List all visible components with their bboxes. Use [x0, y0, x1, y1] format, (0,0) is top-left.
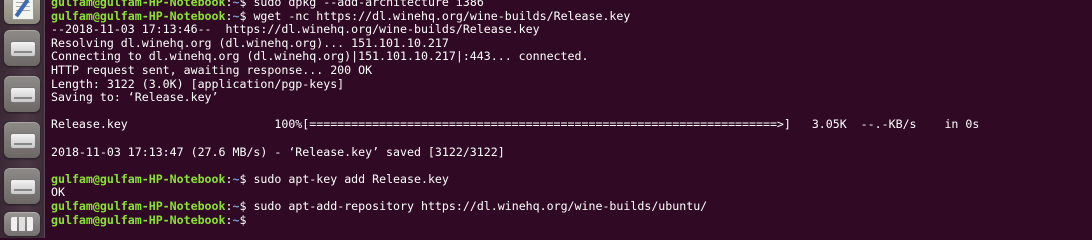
output-text: 2018-11-03 17:13:47 (27.6 MB/s) - ‘Relea…	[51, 144, 505, 159]
drive-icon[interactable]	[4, 30, 40, 66]
desktop: gulfam@gulfam-HP-Notebook:~$ sudo dpkg -…	[0, 0, 1092, 238]
prompt-dollar: $	[239, 8, 254, 23]
output-text: HTTP request sent, awaiting response... …	[51, 62, 373, 77]
launcher	[0, 0, 45, 238]
output-text: Resolving dl.winehq.org (dl.winehq.org).…	[51, 35, 449, 50]
output-text: --2018-11-03 17:13:46-- https://dl.wineh…	[51, 22, 540, 37]
drive-icon[interactable]	[4, 122, 40, 158]
prompt-line: gulfam@gulfam-HP-Notebook:~$ wget -nc ht…	[51, 8, 1091, 24]
prompt-dollar: $	[239, 212, 254, 227]
prompt-dollar: $	[239, 198, 254, 213]
blocks-icon	[11, 217, 33, 231]
disk-icon	[10, 133, 36, 149]
prompt-dollar: $	[239, 171, 254, 186]
output-text: Connecting to dl.winehq.org (dl.winehq.o…	[51, 49, 589, 64]
prompt-colon: :	[225, 212, 233, 227]
drive-icon[interactable]	[4, 168, 40, 204]
disk-icon	[10, 179, 36, 195]
prompt-colon: :	[225, 198, 233, 213]
prompt-line: gulfam@gulfam-HP-Notebook:~$ sudo apt-ad…	[51, 198, 1091, 214]
output-line: --2018-11-03 17:13:46-- https://dl.wineh…	[51, 22, 1091, 37]
prompt-colon: :	[225, 8, 233, 23]
disk-icon	[10, 87, 36, 103]
command-text: wget -nc https://dl.winehq.org/wine-buil…	[253, 8, 631, 23]
output-text: Length: 3122 (3.0K) [application/pgp-key…	[51, 76, 345, 91]
terminal-output[interactable]: gulfam@gulfam-HP-Notebook:~$ sudo dpkg -…	[51, 0, 1091, 227]
output-text: OK	[51, 185, 65, 200]
output-line: OK	[51, 186, 1091, 200]
output-line: Length: 3122 (3.0K) [application/pgp-key…	[51, 76, 1091, 92]
output-line: Resolving dl.winehq.org (dl.winehq.org).…	[51, 35, 1091, 51]
output-line: Release.key 100%[=======================…	[51, 118, 1091, 132]
output-line: Saving to: ‘Release.key’	[51, 90, 1091, 105]
output-text: Release.key 100%[=======================…	[51, 117, 980, 132]
prompt-user: gulfam@gulfam-HP-Notebook	[51, 8, 226, 23]
command-text: sudo apt-add-repository https://dl.wineh…	[253, 198, 708, 213]
prompt-line: gulfam@gulfam-HP-Notebook:~$ sudo apt-ke…	[51, 171, 1091, 187]
prompt-line: gulfam@gulfam-HP-Notebook:~$	[51, 212, 1091, 228]
output-line: Connecting to dl.winehq.org (dl.winehq.o…	[51, 50, 1091, 64]
drive-icon[interactable]	[4, 76, 40, 112]
prompt-user: gulfam@gulfam-HP-Notebook	[51, 212, 226, 227]
text-editor-icon[interactable]	[4, 0, 40, 24]
command-text: sudo apt-key add Release.key	[253, 171, 449, 186]
prompt-user: gulfam@gulfam-HP-Notebook	[51, 171, 226, 186]
drive-icon[interactable]	[4, 212, 40, 236]
prompt-user: gulfam@gulfam-HP-Notebook	[51, 198, 226, 213]
disk-icon	[10, 41, 36, 57]
output-text: Saving to: ‘Release.key’	[51, 90, 219, 105]
output-line: HTTP request sent, awaiting response... …	[51, 62, 1091, 78]
prompt-colon: :	[225, 171, 233, 186]
output-line: 2018-11-03 17:13:47 (27.6 MB/s) - ‘Relea…	[51, 144, 1091, 160]
